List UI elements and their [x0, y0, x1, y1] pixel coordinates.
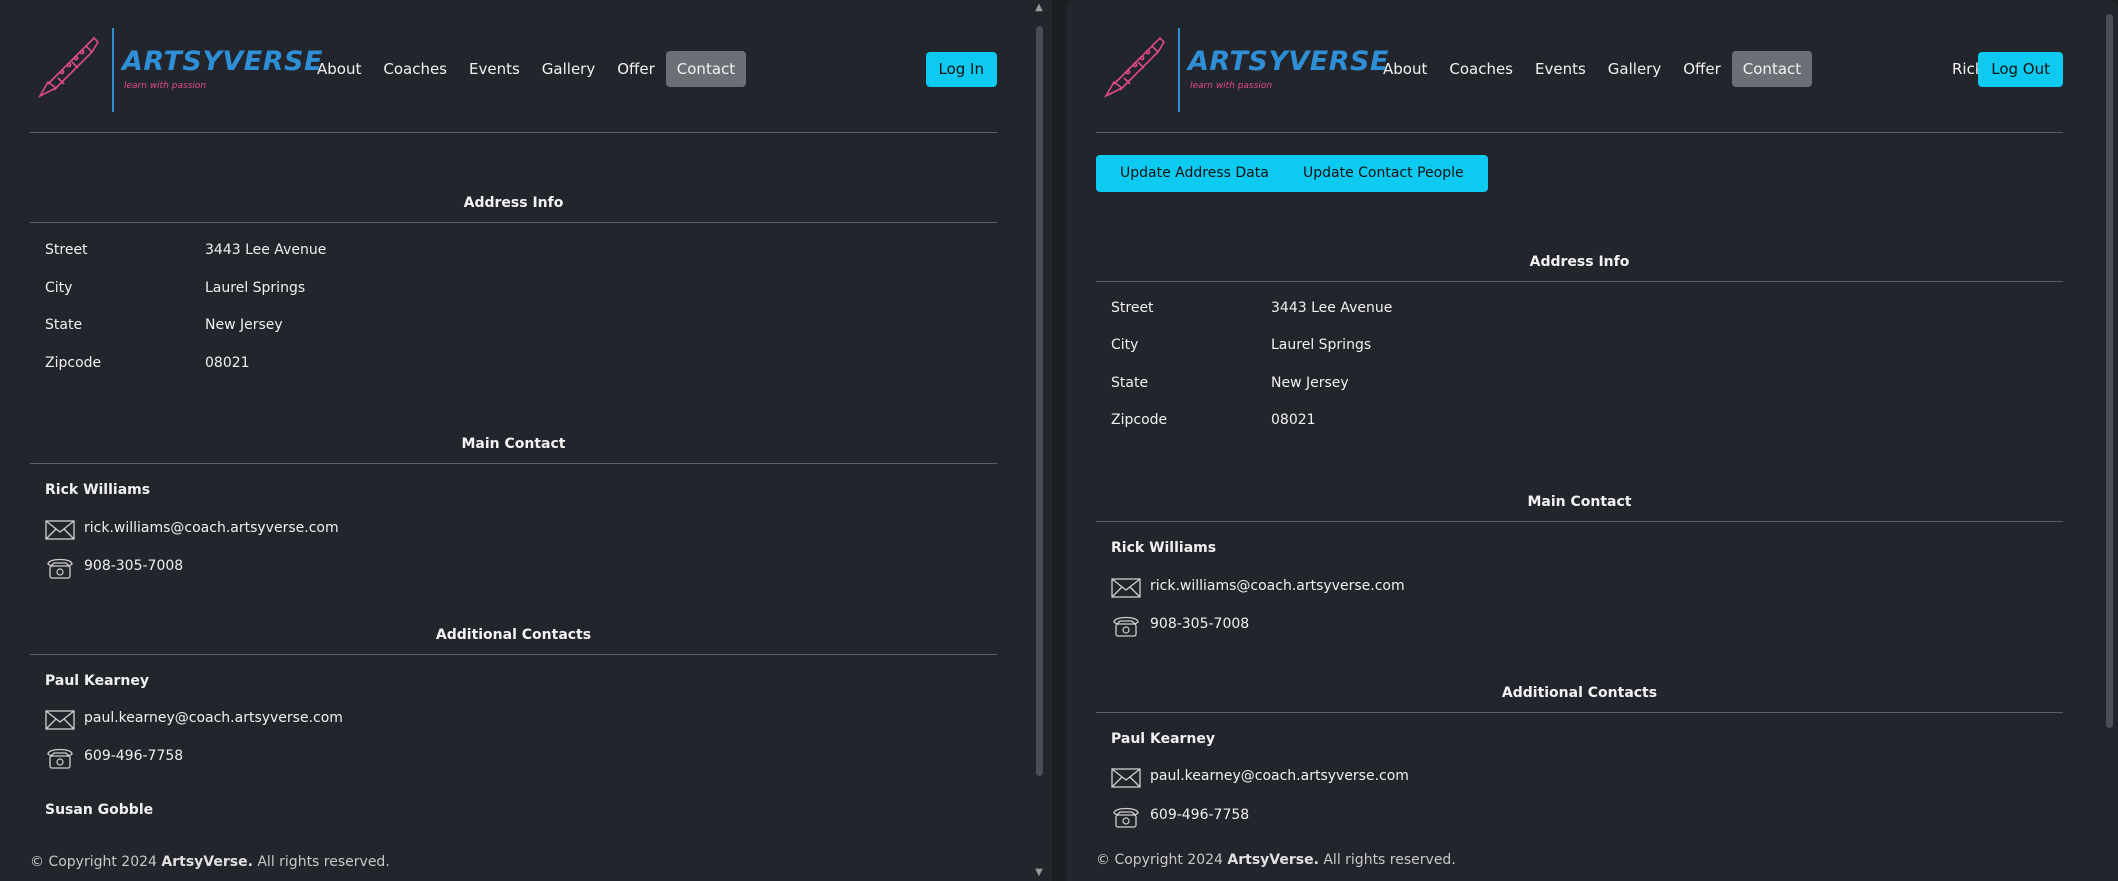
telephone-icon	[47, 748, 73, 769]
brand-logo[interactable]: ARTSYVERSE learn with passion	[34, 28, 322, 114]
main-contact-email[interactable]: rick.williams@coach.artsyverse.com	[1150, 578, 1405, 594]
navbar: ARTSYVERSE learn with passion About Coac…	[30, 24, 997, 114]
envelope-icon	[1111, 768, 1141, 788]
brand-tagline: learn with passion	[1190, 81, 1273, 91]
nav-coaches[interactable]: Coaches	[372, 51, 458, 87]
left-scrollbar[interactable]: ▲ ▼	[1032, 0, 1046, 881]
brand-logo[interactable]: ARTSYVERSE learn with passion	[1100, 28, 1388, 114]
street-label: Street	[1111, 300, 1154, 316]
main-contact-phone[interactable]: 908-305-7008	[1150, 616, 1249, 632]
main-contact-title: Main Contact	[1527, 494, 1632, 510]
nav-contact[interactable]: Contact	[1731, 51, 1813, 87]
street-value: 3443 Lee Avenue	[205, 242, 327, 258]
city-value: Laurel Springs	[1271, 337, 1372, 353]
envelope-icon	[1111, 578, 1141, 598]
footer: © Copyright 2024 ArtsyVerse. All rights …	[30, 854, 390, 870]
contact-name: Paul Kearney	[45, 673, 150, 689]
logout-button[interactable]: Log Out	[1978, 52, 2063, 87]
clarinet-logo-icon	[37, 36, 100, 98]
main-nav: About Coaches Events Gallery Offer Conta…	[306, 51, 747, 87]
main-contact-divider	[1096, 521, 2063, 522]
footer-brand: ArtsyVerse.	[161, 854, 253, 870]
envelope-icon	[45, 520, 75, 540]
contact-phone[interactable]: 609-496-7758	[1150, 807, 1249, 823]
scroll-thumb[interactable]	[2106, 14, 2113, 728]
state-label: State	[45, 317, 83, 333]
nav-gallery[interactable]: Gallery	[531, 51, 606, 87]
footer-suffix: All rights reserved.	[257, 854, 390, 870]
additional-contacts-title: Additional Contacts	[435, 627, 592, 643]
right-scrollbar[interactable]	[2102, 0, 2116, 881]
main-contact-title: Main Contact	[461, 436, 566, 452]
contact-name: Paul Kearney	[1111, 731, 1216, 747]
logo-divider	[1178, 28, 1180, 112]
scroll-thumb[interactable]	[1036, 26, 1043, 776]
zipcode-value: 08021	[205, 355, 250, 371]
main-contact-phone[interactable]: 908-305-7008	[84, 558, 183, 574]
zipcode-label: Zipcode	[1111, 412, 1168, 428]
street-value: 3443 Lee Avenue	[1271, 300, 1393, 316]
contact-name: Susan Gobble	[45, 802, 154, 818]
nav-contact[interactable]: Contact	[665, 51, 747, 87]
address-section-title: Address Info	[1529, 254, 1630, 270]
address-section-title: Address Info	[463, 195, 564, 211]
brand-tagline: learn with passion	[124, 81, 207, 91]
footer-prefix: © Copyright 2024	[30, 854, 157, 870]
logo-divider	[112, 28, 114, 112]
brand-name: ARTSYVERSE	[1188, 46, 1389, 77]
contact-email[interactable]: paul.kearney@coach.artsyverse.com	[84, 710, 343, 726]
city-label: City	[1111, 337, 1139, 353]
update-address-button[interactable]: Update Address Data	[1096, 155, 1293, 192]
nav-coaches[interactable]: Coaches	[1438, 51, 1524, 87]
update-contacts-button[interactable]: Update Contact People	[1279, 155, 1488, 192]
footer-suffix: All rights reserved.	[1323, 852, 1456, 868]
nav-offer[interactable]: Offer	[1672, 51, 1732, 87]
additional-contacts-divider	[30, 654, 997, 655]
clarinet-logo-icon	[1103, 36, 1166, 98]
scroll-down-arrow-icon[interactable]: ▼	[1033, 867, 1045, 879]
footer-brand: ArtsyVerse.	[1227, 852, 1319, 868]
browser-pane-logged-out: ARTSYVERSE learn with passion About Coac…	[0, 0, 1052, 881]
city-value: Laurel Springs	[205, 280, 306, 296]
nav-about[interactable]: About	[306, 51, 372, 87]
nav-about[interactable]: About	[1372, 51, 1438, 87]
telephone-icon	[1113, 616, 1139, 637]
main-contact-name: Rick Williams	[1111, 540, 1217, 556]
state-value: New Jersey	[1271, 375, 1349, 391]
state-value: New Jersey	[205, 317, 283, 333]
login-button[interactable]: Log In	[925, 52, 997, 87]
telephone-icon	[47, 558, 73, 579]
additional-contacts-title: Additional Contacts	[1501, 685, 1658, 701]
contact-email[interactable]: paul.kearney@coach.artsyverse.com	[1150, 768, 1409, 784]
address-divider	[30, 222, 997, 223]
nav-events[interactable]: Events	[458, 51, 531, 87]
main-contact-name: Rick Williams	[45, 482, 151, 498]
zipcode-label: Zipcode	[45, 355, 102, 371]
nav-events[interactable]: Events	[1524, 51, 1597, 87]
envelope-icon	[45, 710, 75, 730]
additional-contacts-divider	[1096, 712, 2063, 713]
nav-gallery[interactable]: Gallery	[1597, 51, 1672, 87]
footer: © Copyright 2024 ArtsyVerse. All rights …	[1096, 852, 1456, 868]
footer-prefix: © Copyright 2024	[1096, 852, 1223, 868]
telephone-icon	[1113, 807, 1139, 828]
zipcode-value: 08021	[1271, 412, 1316, 428]
contact-phone[interactable]: 609-496-7758	[84, 748, 183, 764]
state-label: State	[1111, 375, 1149, 391]
header-divider	[1096, 132, 2063, 133]
header-divider	[30, 132, 997, 133]
street-label: Street	[45, 242, 88, 258]
main-contact-divider	[30, 463, 997, 464]
main-contact-email[interactable]: rick.williams@coach.artsyverse.com	[84, 520, 339, 536]
main-nav: About Coaches Events Gallery Offer Conta…	[1372, 51, 1813, 87]
browser-pane-logged-in: ARTSYVERSE learn with passion About Coac…	[1066, 0, 2118, 881]
brand-name: ARTSYVERSE	[122, 46, 323, 77]
nav-offer[interactable]: Offer	[606, 51, 666, 87]
scroll-up-arrow-icon[interactable]: ▲	[1033, 2, 1045, 14]
city-label: City	[45, 280, 73, 296]
navbar: ARTSYVERSE learn with passion About Coac…	[1096, 24, 2063, 114]
address-divider	[1096, 281, 2063, 282]
